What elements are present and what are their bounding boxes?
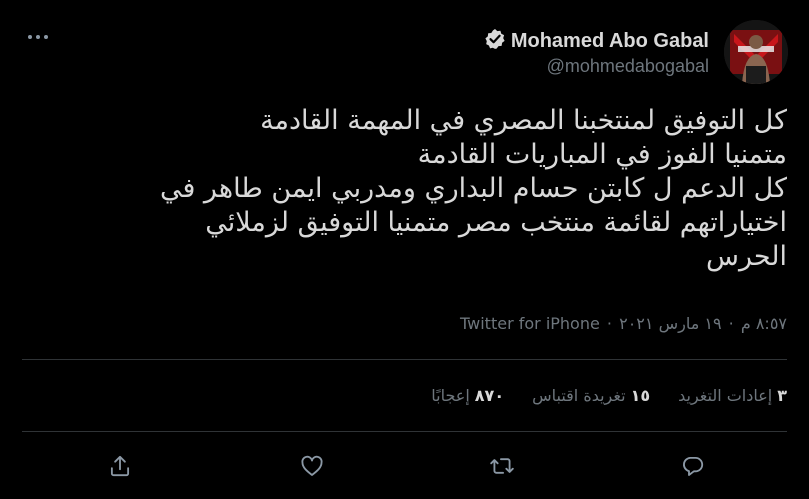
retweet-icon: [490, 458, 514, 474]
author-handle[interactable]: @mohmedabogabal: [484, 56, 709, 77]
tweet-text-line: اختياراتهم لقائمة منتخب مصر متمنيا التوف…: [205, 207, 787, 238]
quote-tweets-label: تغريدة اقتباس: [532, 386, 626, 405]
avatar[interactable]: [724, 20, 788, 84]
author-name-row[interactable]: Mohamed Abo Gabal: [484, 28, 709, 54]
tweet-text-line: كل التوفيق لمنتخبنا المصري في المهمة الق…: [260, 105, 787, 136]
heart-icon: [301, 455, 323, 476]
retweet-button[interactable]: [488, 452, 516, 480]
reply-icon: [683, 456, 704, 476]
retweets-label: إعادات التغريد: [678, 386, 773, 405]
divider: [22, 359, 787, 360]
tweet-date[interactable]: ١٩ مارس ٢٠٢١: [619, 314, 721, 333]
divider: [22, 431, 787, 432]
meta-separator: ·: [606, 314, 613, 333]
retweets-count: ٣: [777, 386, 787, 405]
tweet-source-link[interactable]: Twitter for iPhone: [460, 314, 600, 333]
tweet-actions: [0, 448, 809, 482]
tweet-time[interactable]: ٨:٥٧ م: [741, 314, 787, 333]
more-options-button[interactable]: [27, 26, 49, 48]
author-display-name: Mohamed Abo Gabal: [510, 29, 709, 52]
verified-badge-icon: [484, 28, 506, 54]
like-button[interactable]: [298, 452, 326, 480]
tweet-text: كل التوفيق لمنتخبنا المصري في المهمة الق…: [27, 104, 787, 274]
tweet-text-line: الحرس: [705, 241, 787, 272]
retweets-stat[interactable]: ٣ إعادات التغريد: [678, 386, 787, 405]
tweet-author: Mohamed Abo Gabal @mohmedabogabal: [484, 28, 709, 77]
tweet-stats: ٣ إعادات التغريد ١٥ تغريدة اقتباس ٨٧٠ إع…: [431, 386, 787, 405]
meta-separator: ·: [728, 314, 734, 333]
reply-button[interactable]: [679, 452, 707, 480]
tweet-meta: ٨:٥٧ م · ١٩ مارس ٢٠٢١ · Twitter for iPho…: [460, 314, 787, 333]
quote-tweets-count: ١٥: [630, 386, 651, 405]
tweet-text-line: متمنيا الفوز في المباريات القادمة: [417, 139, 787, 170]
tweet-text-line: كل الدعم ل كابتن حسام البداري ومدربي ايم…: [159, 173, 787, 204]
likes-stat[interactable]: ٨٧٠ إعجابًا: [431, 386, 504, 405]
share-icon: [110, 455, 130, 477]
likes-count: ٨٧٠: [474, 386, 505, 405]
quote-tweets-stat[interactable]: ١٥ تغريدة اقتباس: [532, 386, 650, 405]
share-button[interactable]: [106, 452, 134, 480]
more-horizontal-icon: [28, 35, 48, 39]
likes-label: إعجابًا: [431, 386, 470, 405]
